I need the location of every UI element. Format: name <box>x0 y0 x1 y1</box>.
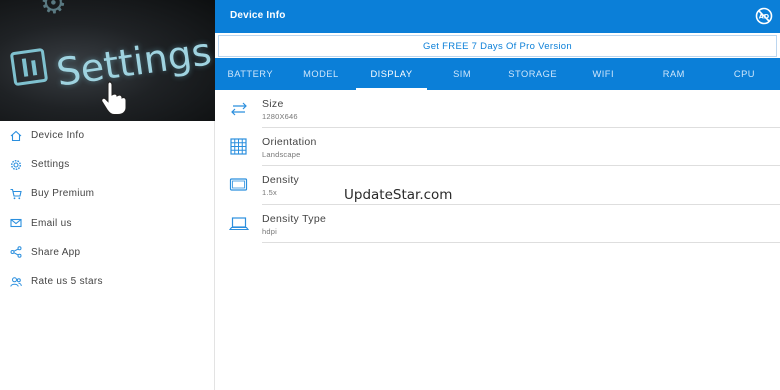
row-value: hdpi <box>262 226 277 236</box>
menu-item-settings[interactable]: Settings <box>0 150 215 179</box>
row-label: Density Type <box>262 212 327 225</box>
tab-display[interactable]: DISPLAY <box>356 58 427 90</box>
tab-sim[interactable]: SIM <box>427 58 498 90</box>
row-divider <box>262 241 780 243</box>
row-label: Orientation <box>262 136 317 149</box>
menu-item-label: Device Info <box>31 130 85 142</box>
menu-item-share-app[interactable]: Share App <box>0 238 215 267</box>
tab-storage[interactable]: STORAGE <box>497 58 568 90</box>
list-item-density-type: Density Type hdpi <box>215 205 780 243</box>
tab-cpu[interactable]: CPU <box>709 58 780 90</box>
share-icon <box>9 245 23 259</box>
menu-item-rate-us[interactable]: Rate us 5 stars <box>0 267 215 296</box>
app-title: Device Info <box>230 10 286 21</box>
row-label: Density <box>262 174 300 187</box>
menu-item-label: Settings <box>31 159 70 171</box>
mail-icon <box>9 216 23 230</box>
list-item-orientation: Orientation Landscape <box>215 128 780 167</box>
navigation-drawer: ⚙ Settings Device Info Settings Buy Prem… <box>0 0 215 390</box>
row-value: 1.5x <box>262 188 277 198</box>
resize-arrows-icon <box>231 102 247 116</box>
watermark: UpdateStar.com <box>344 187 453 203</box>
gear-icon <box>9 158 23 172</box>
menu-item-email-us[interactable]: Email us <box>0 209 215 238</box>
row-value: 1280X646 <box>262 112 298 121</box>
tab-wifi[interactable]: WIFI <box>568 58 639 90</box>
monitor-icon <box>229 178 248 191</box>
cart-icon <box>9 187 23 201</box>
info-tabs: BATTERY MODEL DISPLAY SIM STORAGE WIFI R… <box>215 58 780 90</box>
list-item-density: Density 1.5x <box>215 166 780 205</box>
header-image-fragment: ⚙ <box>38 0 70 22</box>
row-label: Size <box>262 98 284 110</box>
app-bar: Device Info AD <box>215 0 780 33</box>
list-item-size: Size 1280X646 <box>215 90 780 129</box>
hand-cursor-icon <box>101 81 126 115</box>
tab-ram[interactable]: RAM <box>639 58 710 90</box>
menu-item-label: Email us <box>31 217 72 229</box>
pro-version-banner[interactable]: Get FREE 7 Days Of Pro Version <box>218 35 777 57</box>
menu-item-label: Buy Premium <box>31 188 95 200</box>
header-image-text: Settings <box>53 29 215 95</box>
display-info-list: Size 1280X646 Orientation Landscape Dens… <box>215 90 780 243</box>
settings-key-icon <box>9 47 49 87</box>
people-icon <box>9 275 23 289</box>
laptop-icon <box>229 216 249 230</box>
menu-item-buy-premium[interactable]: Buy Premium <box>0 179 215 208</box>
drawer-header-image: ⚙ Settings <box>0 0 215 121</box>
pro-version-banner-label: Get FREE 7 Days Of Pro Version <box>423 41 572 52</box>
tab-battery[interactable]: BATTERY <box>215 58 286 90</box>
menu-item-device-info[interactable]: Device Info <box>0 121 215 150</box>
menu-item-label: Share App <box>31 246 81 258</box>
main-content: Device Info AD Get FREE 7 Days Of Pro Ve… <box>215 0 780 390</box>
menu-item-label: Rate us 5 stars <box>31 276 103 288</box>
home-icon <box>9 129 23 143</box>
row-value: Landscape <box>262 150 301 160</box>
no-ads-icon[interactable]: AD <box>755 7 773 25</box>
drawer-menu: Device Info Settings Buy Premium Email u… <box>0 121 215 296</box>
grid-icon <box>230 138 247 155</box>
tab-model[interactable]: MODEL <box>286 58 357 90</box>
